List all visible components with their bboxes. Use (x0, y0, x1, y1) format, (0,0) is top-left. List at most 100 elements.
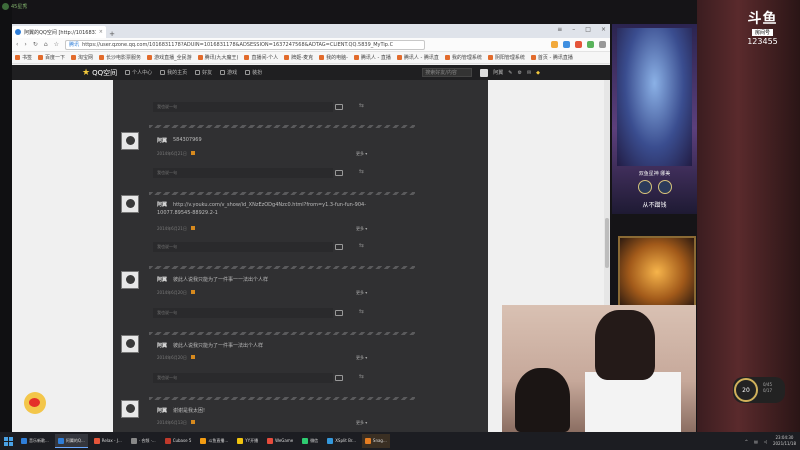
taskbar-item[interactable]: 微信 (299, 434, 321, 448)
extension-icon[interactable] (587, 41, 594, 48)
taskbar-item[interactable]: Snag... (361, 434, 390, 448)
more-menu[interactable]: 更多 ▾ (356, 355, 367, 361)
extension-icon[interactable] (551, 41, 558, 48)
forward-icon[interactable]: ⇆ (359, 308, 364, 315)
post-user[interactable]: 阿翼 (157, 342, 167, 349)
nav-friends[interactable]: 好友 (195, 69, 212, 76)
forward-icon[interactable]: ⇆ (359, 242, 364, 249)
camera-icon[interactable] (335, 170, 343, 176)
forward-icon[interactable]: ⇆ (359, 373, 364, 380)
back-icon[interactable]: ‹ (16, 41, 18, 48)
nav-decor[interactable]: 装扮 (245, 69, 262, 76)
bookmark-item[interactable]: 淘宝网 (71, 54, 93, 61)
clock[interactable]: 23:04:30 2021/11/18 (773, 435, 796, 447)
camera-icon[interactable] (335, 244, 343, 250)
post-user[interactable]: 阿翼 (157, 407, 167, 414)
reply-input[interactable]: 我也说一句 (153, 242, 333, 252)
bookmark-item[interactable]: 腾讯人 - 直播 (353, 54, 391, 61)
post-avatar[interactable] (121, 335, 139, 353)
scrollbar-thumb[interactable] (605, 218, 609, 268)
camera-icon[interactable] (335, 375, 343, 381)
user-name[interactable]: 阿翼 (493, 69, 503, 76)
more-menu[interactable]: 更多 ▾ (356, 420, 367, 426)
camera-icon[interactable] (335, 310, 343, 316)
settings-icon[interactable]: ⚙ (517, 70, 521, 76)
forward-icon[interactable]: ⇆ (359, 168, 364, 175)
qzone-search-input[interactable]: 搜索好友/内容 (422, 68, 473, 77)
bookmark-item[interactable]: 书签 (15, 54, 32, 61)
close-tab-icon[interactable]: × (99, 29, 103, 35)
extension-icon[interactable] (563, 41, 570, 48)
taskbar-item[interactable]: · 合频 ·... (128, 434, 159, 448)
close-window-icon[interactable]: × (601, 26, 606, 33)
reply-placeholder: 我也说一句 (157, 244, 177, 249)
extension-icon[interactable] (575, 41, 582, 48)
windows-start-icon[interactable] (2, 435, 15, 448)
volume-icon[interactable]: ◁ (764, 439, 767, 444)
network-icon[interactable]: ▤ (754, 439, 758, 444)
reply-input[interactable]: 我也说一句 (153, 168, 333, 178)
more-menu[interactable]: 更多 ▾ (356, 290, 367, 296)
bookmark-label: 腾讯(九大魔王) (204, 55, 239, 61)
message-icon[interactable]: ✉ (527, 70, 531, 76)
bookmark-item[interactable]: 我的管理系统 (444, 54, 482, 61)
maximize-icon[interactable]: □ (585, 26, 591, 33)
extension-icon[interactable] (599, 41, 606, 48)
refresh-icon[interactable]: ↻ (33, 41, 38, 48)
menu-icon[interactable]: ≡ (557, 26, 562, 33)
home-icon[interactable]: ⌂ (44, 41, 48, 48)
post-user[interactable]: 阿翼 (157, 202, 167, 208)
more-menu[interactable]: 更多 ▾ (356, 151, 367, 157)
bookmark-item[interactable]: 腾讯(九大魔王) (197, 54, 239, 61)
bookmark-item[interactable]: 我的电脑- (319, 54, 348, 61)
taskbar-item[interactable]: YY开播 (234, 434, 261, 448)
post-user[interactable]: 阿翼 (157, 137, 167, 144)
bookmark-item[interactable]: 直播间-个人 (244, 54, 278, 61)
vip-icon[interactable]: ◆ (536, 70, 540, 76)
reply-input[interactable]: 我也说一句 (153, 308, 333, 318)
taskbar-item[interactable]: XSplit Br... (324, 434, 359, 448)
bookmark-item[interactable]: 腾讯人 - 腾讯直 (396, 54, 439, 61)
qzone-logo[interactable]: ★ QQ空间 (82, 68, 117, 78)
post-avatar[interactable] (121, 400, 139, 418)
reply-input[interactable]: 我也说一句 (153, 373, 333, 383)
window-controls: ≡ – □ × (557, 26, 606, 33)
bookmark-item[interactable]: 阴阳管理系统 (487, 54, 525, 61)
nav-games[interactable]: 游戏 (220, 69, 237, 76)
browser-tab-qzone[interactable]: 阿翼的QQ空间 [http://10168311 × (12, 26, 106, 38)
taskbar-item[interactable]: 音乐新歌... (18, 434, 52, 448)
taskbar-item[interactable]: WeGame (264, 434, 296, 448)
taskbar-item[interactable]: Relax - J... (91, 434, 125, 448)
post-user[interactable]: 阿翼 (157, 276, 167, 283)
new-tab-button[interactable]: + (106, 30, 118, 38)
weibo-icon[interactable] (24, 392, 46, 414)
user-avatar[interactable] (480, 68, 489, 77)
taskbar-label: WeGame (275, 438, 294, 443)
forward-icon[interactable]: › (24, 41, 26, 48)
reply-input[interactable]: 我也说一句 (153, 102, 333, 112)
bookmark-item[interactable]: 游戏直播_全民游 (147, 54, 192, 61)
more-menu[interactable]: 更多 ▾ (356, 226, 367, 232)
taskbar-item[interactable]: 阿翼的Q... (54, 434, 88, 448)
nav-personal-center[interactable]: 个人中心 (125, 69, 152, 76)
app-icon (327, 437, 334, 444)
post-avatar[interactable] (121, 132, 139, 150)
nav-my-homepage[interactable]: 我的主页 (160, 69, 187, 76)
taskbar-item[interactable]: 斗鱼直播... (197, 434, 231, 448)
minimize-icon[interactable]: – (572, 26, 575, 33)
forward-icon[interactable]: ⇆ (359, 102, 364, 109)
taskbar-item[interactable]: Cubase 5 (162, 434, 195, 448)
post-avatar[interactable] (121, 195, 139, 213)
address-bar[interactable]: 腾讯 https://user.qzone.qq.com/1016831178?… (65, 39, 426, 50)
tray-expand-icon[interactable]: ^ (745, 439, 748, 444)
post-avatar[interactable] (121, 271, 139, 289)
camera-icon[interactable] (335, 104, 343, 110)
star-icon[interactable]: ☆ (54, 41, 59, 48)
bookmark-item[interactable]: 首页 - 腾讯直播 (530, 54, 573, 61)
post-link[interactable]: http://v.youku.com/v_show/id_XNzEzODg4Nz… (157, 202, 366, 216)
edit-icon[interactable]: ✎ (508, 70, 512, 76)
bookmark-item[interactable]: 百度一下 (38, 54, 65, 61)
bookmark-item[interactable]: 牌姬-麦克 (284, 54, 313, 61)
hud-stat-2: 0/17 (763, 388, 772, 393)
bookmark-item[interactable]: 长沙电影票服务 (99, 54, 141, 61)
